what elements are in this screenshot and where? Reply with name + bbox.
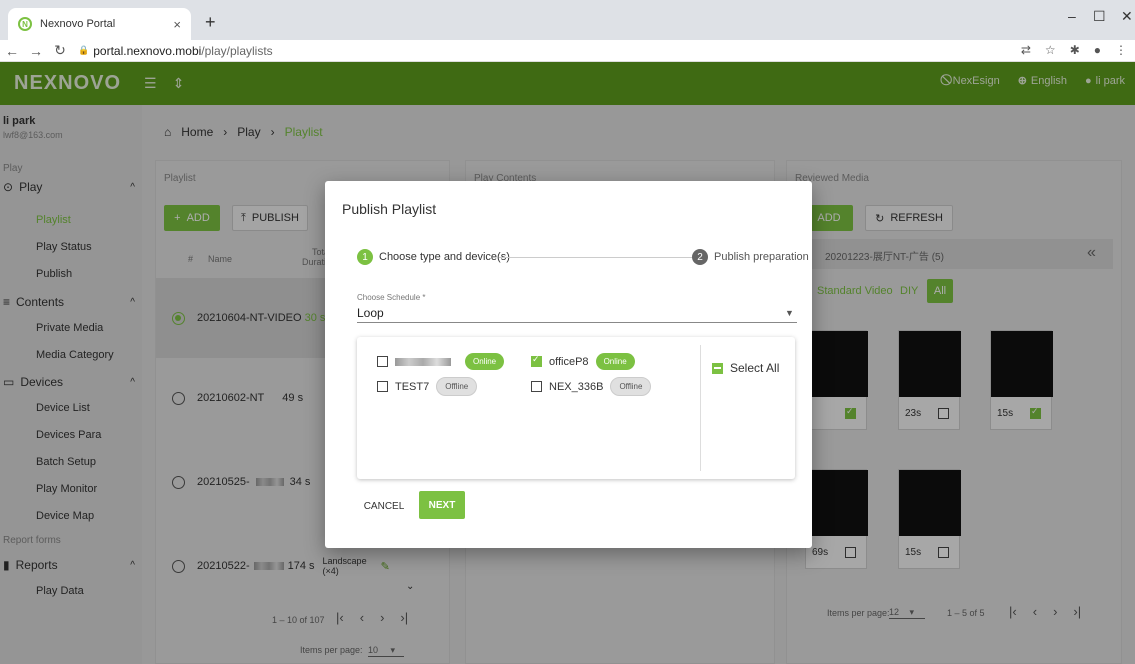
device-name: TEST7 — [395, 380, 430, 393]
new-tab-icon[interactable]: + — [205, 12, 216, 33]
close-window-icon[interactable]: ✕ — [1121, 8, 1133, 25]
forward-icon[interactable]: → — [24, 43, 48, 59]
select-all-checkbox[interactable] — [712, 362, 723, 374]
url-domain: portal.nexnovo.mobi — [93, 43, 202, 58]
status-badge: Offline — [436, 377, 478, 396]
nexnovo-favicon-icon: N — [18, 17, 32, 31]
device-item[interactable]: officeP8 Online — [531, 353, 635, 370]
close-tab-icon[interactable]: × — [173, 17, 181, 32]
lock-icon: 🔒 — [78, 45, 90, 55]
address-bar: ← → ↻ 🔒 portal.nexnovo.mobi/play/playlis… — [0, 40, 1135, 62]
dropdown-arrow-icon[interactable]: ▼ — [785, 308, 794, 318]
dialog-title: Publish Playlist — [342, 201, 437, 217]
maximize-icon[interactable]: ☐ — [1093, 8, 1106, 25]
device-checkbox[interactable] — [377, 381, 388, 392]
device-checkbox[interactable] — [531, 354, 542, 367]
step-1[interactable]: 1 Choose type and device(s) — [357, 249, 510, 265]
next-button[interactable]: NEXT — [419, 491, 465, 519]
url-path: /play/playlists — [201, 43, 273, 58]
divider — [700, 345, 701, 471]
schedule-select[interactable]: Loop — [357, 306, 384, 320]
step-number: 1 — [357, 249, 373, 265]
step-number: 2 — [692, 249, 708, 265]
redacted-device-name — [395, 357, 451, 366]
browser-menu-icon[interactable]: ⋮ — [1115, 43, 1127, 57]
device-checkbox[interactable] — [531, 381, 542, 392]
tab-title: Nexnovo Portal — [40, 18, 116, 30]
select-all[interactable]: Select All — [712, 361, 779, 375]
url-field[interactable]: 🔒 portal.nexnovo.mobi/play/playlists — [78, 44, 273, 58]
bookmark-star-icon[interactable]: ☆ — [1045, 43, 1056, 57]
translate-icon[interactable]: ⇄ — [1021, 43, 1031, 57]
status-badge: Online — [595, 353, 635, 370]
back-icon[interactable]: ← — [0, 43, 24, 59]
device-name: officeP8 — [549, 355, 589, 368]
step-divider — [499, 257, 695, 258]
device-item[interactable]: NEX_336B Offline — [531, 377, 652, 396]
step-label: Choose type and device(s) — [379, 251, 510, 263]
device-selector: Online officeP8 Online TEST7 Offline NEX… — [357, 337, 795, 479]
profile-icon[interactable]: ● — [1094, 43, 1101, 57]
status-badge: Offline — [610, 377, 652, 396]
extensions-icon[interactable]: ✱ — [1070, 43, 1080, 57]
schedule-label: Choose Schedule * — [357, 293, 426, 302]
publish-playlist-dialog: Publish Playlist 1 Choose type and devic… — [325, 181, 812, 548]
cancel-button[interactable]: CANCEL — [359, 494, 409, 518]
device-item[interactable]: Online — [377, 353, 505, 370]
browser-tab[interactable]: N Nexnovo Portal × — [8, 8, 191, 40]
device-name: NEX_336B — [549, 380, 604, 393]
reload-icon[interactable]: ↻ — [48, 42, 72, 59]
step-label: Publish preparation — [714, 251, 809, 263]
device-checkbox[interactable] — [377, 356, 388, 367]
select-all-label: Select All — [730, 361, 780, 375]
step-2[interactable]: 2 Publish preparation — [692, 249, 809, 265]
device-item[interactable]: TEST7 Offline — [377, 377, 478, 396]
select-underline — [357, 322, 797, 323]
status-badge: Online — [465, 353, 505, 370]
minimize-icon[interactable]: – — [1068, 8, 1076, 24]
browser-tabstrip: N Nexnovo Portal × + – ☐ ✕ — [0, 0, 1135, 40]
